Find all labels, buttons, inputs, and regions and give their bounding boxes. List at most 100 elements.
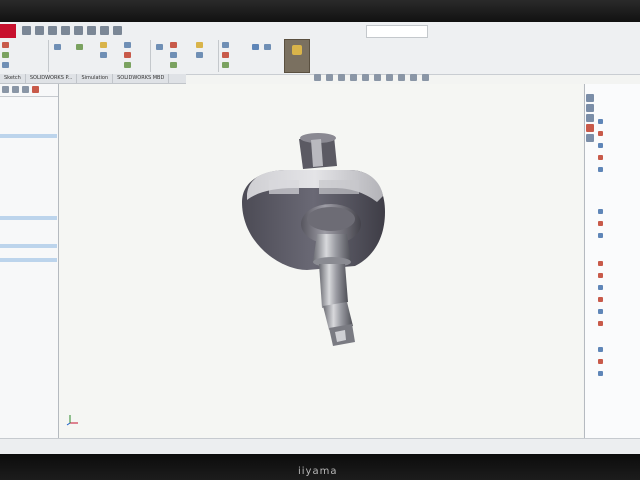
selected-tree-item[interactable] — [0, 258, 57, 262]
ribbon-command[interactable] — [222, 52, 230, 59]
resources-icon[interactable] — [586, 94, 594, 102]
item-icon — [598, 208, 603, 214]
tab-solidworks-addins[interactable]: SOLIDWORKS P... — [26, 74, 78, 83]
task-pane-item[interactable] — [598, 232, 605, 238]
ribbon-command[interactable] — [156, 44, 164, 51]
ribbon-command[interactable] — [100, 52, 108, 59]
edit-appearance-icon[interactable] — [398, 74, 405, 81]
undo-icon[interactable] — [74, 26, 83, 35]
options-icon[interactable] — [113, 26, 122, 35]
task-pane-item[interactable] — [598, 284, 605, 290]
ribbon-command[interactable] — [264, 44, 272, 51]
search-input[interactable] — [366, 25, 428, 38]
task-pane-item[interactable] — [598, 296, 605, 302]
ribbon-command[interactable] — [252, 44, 260, 51]
save-icon[interactable] — [48, 26, 57, 35]
appearance-icon[interactable] — [32, 86, 39, 93]
tab-solidworks-mbd[interactable]: SOLIDWORKS MBD — [113, 74, 170, 83]
task-pane-item[interactable] — [598, 154, 605, 160]
zoom-fit-icon[interactable] — [314, 74, 321, 81]
ribbon-command[interactable] — [2, 42, 10, 49]
ribbon-command[interactable] — [76, 44, 84, 51]
tab-sketch[interactable]: Sketch — [0, 74, 26, 83]
top-boss-highlight — [311, 139, 323, 167]
ribbon-command[interactable] — [222, 42, 230, 49]
task-pane-item[interactable] — [598, 370, 605, 376]
configuration-manager-icon[interactable] — [22, 86, 29, 93]
appearances-icon[interactable] — [586, 124, 594, 132]
ribbon-command[interactable] — [124, 42, 132, 49]
feature-manager-panel — [0, 84, 59, 438]
ribbon-command[interactable] — [170, 42, 178, 49]
solidworks-logo-icon[interactable] — [0, 24, 16, 38]
task-pane-item[interactable] — [598, 358, 605, 364]
task-pane-item[interactable] — [598, 142, 605, 148]
active-ribbon-command[interactable] — [284, 39, 310, 73]
ribbon-command[interactable] — [2, 52, 10, 59]
open-icon[interactable] — [35, 26, 44, 35]
task-pane-item[interactable] — [598, 220, 605, 226]
tab-simulation[interactable]: Simulation — [77, 74, 114, 83]
reference-triad-icon — [66, 415, 78, 426]
task-pane-item[interactable] — [598, 166, 605, 172]
file-explorer-icon[interactable] — [586, 114, 594, 122]
ribbon-command[interactable] — [54, 44, 62, 51]
graphics-area[interactable] — [59, 84, 583, 438]
feature-tree-icon[interactable] — [2, 86, 9, 93]
monitor-brand-logo: iiyama — [298, 466, 338, 477]
item-icon — [598, 370, 603, 376]
view-settings-icon[interactable] — [422, 74, 429, 81]
rebuild-icon[interactable] — [100, 26, 109, 35]
hide-show-icon[interactable] — [386, 74, 393, 81]
feature-manager-toolbar — [0, 84, 58, 97]
item-icon — [598, 358, 603, 364]
task-pane-item[interactable] — [598, 260, 605, 266]
ribbon-separator — [150, 40, 151, 72]
zoom-area-icon[interactable] — [326, 74, 333, 81]
ribbon-command[interactable] — [170, 62, 178, 69]
task-pane-item[interactable] — [598, 118, 605, 124]
task-pane-item[interactable] — [598, 346, 605, 352]
command-icon — [2, 52, 9, 58]
ribbon-command[interactable] — [124, 52, 132, 59]
item-icon — [598, 272, 603, 278]
ribbon-command[interactable] — [170, 52, 178, 59]
command-icon — [170, 52, 177, 58]
property-manager-icon[interactable] — [12, 86, 19, 93]
command-icon — [156, 44, 163, 50]
photo-stage: Sketch SOLIDWORKS P... Simulation SOLIDW… — [0, 0, 640, 480]
ribbon-separator — [48, 40, 49, 72]
task-pane — [584, 84, 640, 438]
ribbon-command[interactable] — [2, 62, 10, 69]
task-pane-item[interactable] — [598, 208, 605, 214]
ribbon-command[interactable] — [196, 52, 204, 59]
command-icon — [222, 52, 229, 58]
part-model-view[interactable] — [59, 84, 583, 438]
previous-view-icon[interactable] — [338, 74, 345, 81]
custom-properties-icon[interactable] — [586, 134, 594, 142]
selected-tree-item[interactable] — [0, 244, 57, 248]
task-pane-item[interactable] — [598, 320, 605, 326]
display-style-icon[interactable] — [374, 74, 381, 81]
print-icon[interactable] — [61, 26, 70, 35]
task-pane-item[interactable] — [598, 308, 605, 314]
select-icon[interactable] — [87, 26, 96, 35]
selected-tree-item[interactable] — [0, 134, 57, 138]
task-pane-item[interactable] — [598, 130, 605, 136]
selected-tree-item[interactable] — [0, 216, 57, 220]
command-icon — [100, 52, 107, 58]
item-icon — [598, 346, 603, 352]
apply-scene-icon[interactable] — [410, 74, 417, 81]
view-orientation-icon[interactable] — [362, 74, 369, 81]
command-icon — [124, 62, 131, 68]
ribbon-command[interactable] — [100, 42, 108, 49]
command-icon — [124, 42, 131, 48]
design-library-icon[interactable] — [586, 104, 594, 112]
new-document-icon[interactable] — [22, 26, 31, 35]
task-pane-item[interactable] — [598, 272, 605, 278]
ribbon-command[interactable] — [124, 62, 132, 69]
ribbon-command[interactable] — [196, 42, 204, 49]
command-icon — [252, 44, 259, 50]
ribbon-command[interactable] — [222, 62, 230, 69]
section-view-icon[interactable] — [350, 74, 357, 81]
